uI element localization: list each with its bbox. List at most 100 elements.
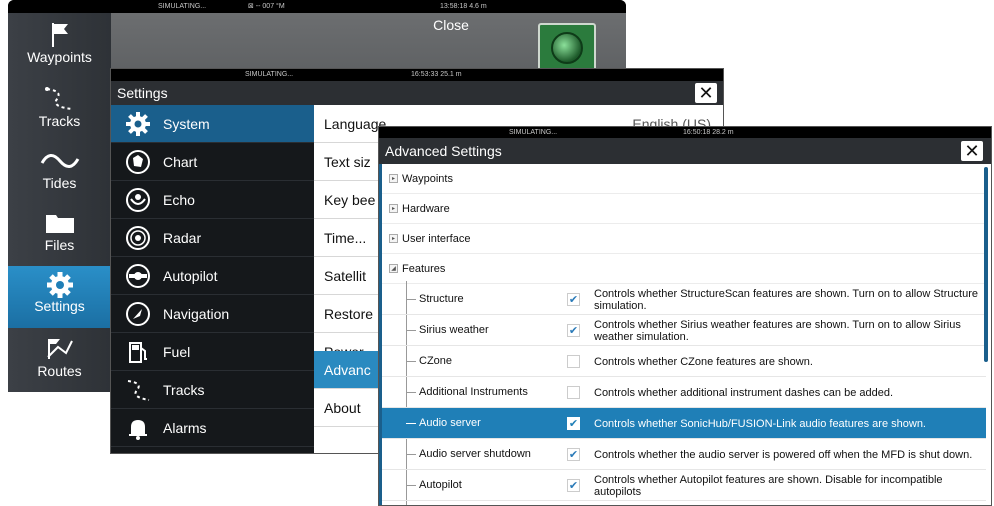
feature-name: CZone [419, 355, 453, 367]
feature-row-sirius-weather[interactable]: Sirius weather ✔ Controls whether Sirius… [382, 315, 986, 346]
feature-row-autopilot[interactable]: Autopilot ✔ Controls whether Autopilot f… [382, 470, 986, 501]
home-item-tides[interactable]: Tides [8, 143, 111, 205]
tree-group-features[interactable]: ◢ Features [382, 254, 986, 284]
category-label: Navigation [163, 306, 230, 322]
home-item-label: Routes [37, 363, 82, 379]
tree-branch [406, 423, 416, 424]
advanced-status-sim: SIMULATING... [509, 129, 558, 136]
flag-icon [8, 17, 111, 49]
category-radar[interactable]: Radar [111, 219, 314, 257]
feature-row-czone[interactable]: CZone Controls whether CZone features ar… [382, 346, 986, 377]
echo-icon [125, 187, 151, 213]
home-status-time: 13:58:18 4.6 m [440, 3, 487, 10]
tree-branch [406, 485, 416, 486]
feature-name: Audio server [419, 417, 481, 429]
category-alarms[interactable]: Alarms [111, 409, 314, 447]
settings-status-sim: SIMULATING... [245, 71, 294, 78]
home-item-label: Files [44, 237, 75, 253]
system-item-label: Language [324, 116, 387, 132]
tree-group-hardware[interactable]: ▸ Hardware [382, 194, 986, 224]
category-fuel[interactable]: Fuel [111, 333, 314, 371]
feature-checkbox[interactable] [567, 386, 580, 399]
expand-icon[interactable]: ▸ [389, 204, 398, 213]
expand-icon[interactable]: ▸ [389, 234, 398, 243]
home-item-files[interactable]: Files [8, 205, 111, 267]
tree-branch [406, 454, 416, 455]
feature-description: Controls whether CZone features are show… [594, 355, 813, 368]
category-tracks[interactable]: Tracks [111, 371, 314, 409]
feature-checkbox[interactable]: ✔ [567, 448, 580, 461]
category-label: Echo [163, 192, 195, 208]
collapse-icon[interactable]: ◢ [389, 264, 398, 273]
feature-checkbox[interactable]: ✔ [567, 293, 580, 306]
home-item-tracks[interactable]: Tracks [8, 81, 111, 143]
feature-description: Controls whether additional instrument d… [594, 386, 894, 399]
fuel-icon [125, 339, 151, 365]
home-item-waypoints[interactable]: Waypoints [8, 17, 111, 79]
system-item-label: Text siz [324, 154, 371, 170]
radar-dish-icon [551, 32, 583, 64]
home-item-label: Tides [42, 175, 77, 191]
category-echo[interactable]: Echo [111, 181, 314, 219]
expand-icon[interactable]: ▸ [389, 174, 398, 183]
feature-row-audio-server-shutdown[interactable]: Audio server shutdown ✔ Controls whether… [382, 439, 986, 470]
advanced-settings-window: SIMULATING... 16:50:18 28.2 m Advanced S… [378, 126, 992, 506]
category-label: Chart [163, 154, 198, 170]
feature-row-audio-server[interactable]: Audio server ✔ Controls whether SonicHub… [382, 408, 986, 439]
feature-description: Controls whether StructureScan features … [594, 287, 978, 312]
category-navigation[interactable]: Navigation [111, 295, 314, 333]
feature-description: Controls whether Autopilot features are … [594, 473, 943, 498]
home-item-settings[interactable]: Settings [8, 266, 111, 328]
radar-icon [125, 225, 151, 251]
tracks-icon [125, 377, 151, 403]
category-label: Autopilot [163, 268, 218, 284]
feature-name: Sirius weather [419, 324, 489, 336]
feature-row-additional-instruments[interactable]: Additional Instruments Controls whether … [382, 377, 986, 408]
feature-checkbox[interactable] [567, 355, 580, 368]
system-item-label: About [324, 400, 361, 416]
system-item-label: Restore [324, 306, 374, 322]
navigation-icon [125, 301, 151, 327]
tree-group-user-interface[interactable]: ▸ User interface [382, 224, 986, 254]
feature-name: Audio server shutdown [419, 448, 531, 460]
home-sidebar: Waypoints Tracks Tides Files Settings Ro… [8, 13, 111, 392]
home-status-bar: SIMULATING... ⊠ -- 007 °M 13:58:18 4.6 m [8, 0, 626, 13]
feature-checkbox[interactable]: ✔ [567, 324, 580, 337]
feature-row-structure[interactable]: Structure ✔ Controls whether StructureSc… [382, 284, 986, 315]
category-label: Alarms [163, 420, 207, 436]
system-item-label: Time... [324, 230, 367, 246]
gear-icon [125, 111, 151, 137]
settings-close-button[interactable]: ✕ [695, 83, 717, 103]
feature-checkbox[interactable]: ✔ [567, 479, 580, 492]
feature-name: Additional Instruments [419, 386, 528, 398]
system-item-label: Advanc [324, 362, 371, 378]
home-status-mid: ⊠ -- 007 °M [248, 3, 285, 10]
tree-group-waypoints[interactable]: ▸ Waypoints [382, 164, 986, 194]
autopilot-icon [125, 263, 151, 289]
radar-app-tile[interactable] [538, 23, 596, 73]
settings-status-time: 16:53:33 25.1 m [411, 71, 462, 78]
advanced-scrollbar[interactable] [984, 167, 988, 362]
advanced-status-bar: SIMULATING... 16:50:18 28.2 m [379, 127, 991, 138]
tree-branch [406, 361, 416, 362]
category-chart[interactable]: Chart [111, 143, 314, 181]
advanced-tree: ▸ Waypoints ▸ Hardware ▸ User interface … [379, 164, 991, 505]
home-item-label: Waypoints [27, 49, 92, 65]
tree-branch [406, 392, 416, 393]
category-system[interactable]: System [111, 105, 314, 143]
advanced-close-button[interactable]: ✕ [961, 141, 983, 161]
category-label: System [163, 116, 210, 132]
category-autopilot[interactable]: Autopilot [111, 257, 314, 295]
feature-checkbox[interactable]: ✔ [567, 417, 580, 430]
home-close-button[interactable]: Close [421, 17, 481, 33]
home-item-label: Settings [34, 298, 85, 314]
settings-status-bar: SIMULATING... 16:53:33 25.1 m [111, 69, 723, 81]
category-label: Tracks [163, 382, 205, 398]
tree-branch [406, 330, 416, 331]
advanced-title: Advanced Settings [379, 138, 991, 164]
tracks-icon [8, 81, 111, 113]
home-status-sim: SIMULATING... [158, 3, 207, 10]
tide-wave-icon [8, 143, 111, 175]
feature-description: Controls whether Sirius weather features… [594, 318, 961, 343]
home-item-routes[interactable]: Routes [8, 331, 111, 392]
